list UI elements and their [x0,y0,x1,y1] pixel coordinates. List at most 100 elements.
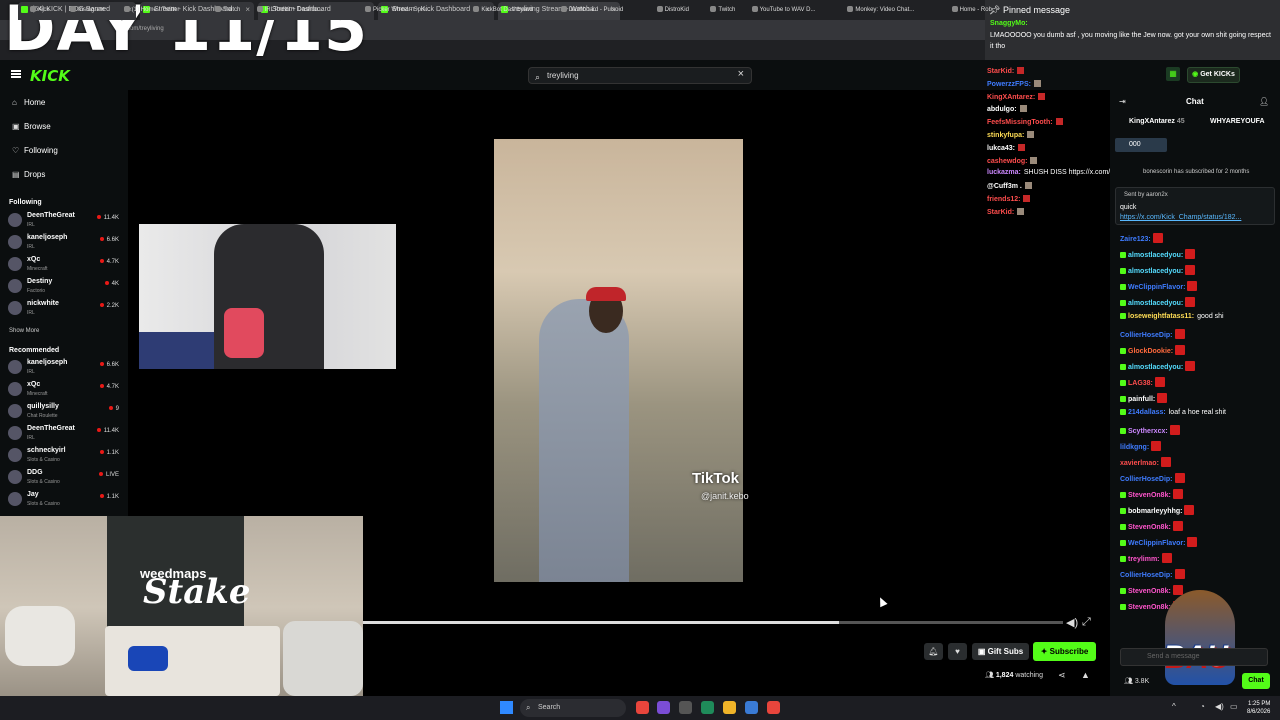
chat-username: StarKid: [987,68,1015,75]
show-more-link[interactable]: Show More [9,328,39,334]
chat-username[interactable]: CollierHoseDip: [1120,332,1173,339]
app-icon[interactable] [679,701,692,714]
taskbar-search[interactable]: ⌕ Search [520,699,626,717]
follow-heart-icon[interactable]: ♥ [948,643,967,660]
channel-item[interactable]: DeenTheGreat IRL 11.4K [8,424,123,444]
chat-username[interactable]: Zaire123: [1120,236,1151,243]
chat-username[interactable]: GlockDookie: [1128,348,1173,355]
chrome-icon[interactable] [767,701,780,714]
bookmark-item[interactable]: (1) Home / Twitter [123,6,179,13]
chat-username[interactable]: almostlacedyou: [1128,300,1183,307]
fullscreen-icon[interactable]: ⤢ [1082,616,1091,629]
share-icon[interactable]: ⋖ [1058,670,1066,681]
report-flag-icon[interactable]: ▲ [1081,670,1090,680]
chat-username[interactable]: StevenOn8k: [1128,604,1171,611]
tray-chevron-icon[interactable]: ^ [1172,702,1176,711]
bookmark-item[interactable]: KickBot Dashboard [473,6,533,13]
volume-icon[interactable]: ◀) [1215,702,1224,711]
channel-item[interactable]: kaneljoseph IRL 6.6K [8,358,123,378]
chat-username[interactable]: loseweightfatass11: [1128,313,1194,320]
app-icon[interactable] [745,701,758,714]
nav-item-home[interactable]: ⌂ Home [12,98,45,107]
volume-icon[interactable]: ◀) [1066,616,1078,629]
channel-item[interactable]: xQc Minecraft 4.7K [8,255,123,275]
search-value[interactable]: treyliving [547,71,579,80]
chat-username[interactable]: xavierlmao: [1120,460,1159,467]
viewer-number: 6.6K [106,362,119,368]
bookmark-item[interactable]: Monkey: Video Chat... [847,6,914,13]
bookmark-item[interactable]: Picker Wheel - Spin... [365,6,431,13]
subscribe-button[interactable]: ✦ Subscribe [1033,642,1096,661]
windows-start-icon[interactable] [500,701,513,714]
chat-username[interactable]: WeClippinFlavor: [1128,284,1185,291]
app-icon[interactable] [701,701,714,714]
folder-icon[interactable] [723,701,736,714]
chat-username[interactable]: WeClippinFlavor: [1128,540,1185,547]
chat-send-button[interactable]: Chat [1242,673,1270,689]
kick-logo[interactable]: KICK [30,67,70,85]
chat-username[interactable]: almostlacedyou: [1128,268,1183,275]
chat-username[interactable]: almostlacedyou: [1128,252,1183,259]
progress-fill[interactable] [363,621,839,624]
network-icon[interactable]: ◔ [1200,702,1205,711]
chat-username[interactable]: bobmarleyyhhg: [1128,508,1182,515]
chat-text: loaf a hoe real shit [1168,409,1226,416]
bookmark-item[interactable]: DistroKid [656,6,689,13]
grid-icon[interactable]: ▦ [1166,67,1180,81]
sent-link[interactable]: https://x.com/Kick_Champ/status/182... [1120,214,1241,221]
nav-item-drops[interactable]: ▤ Drops [12,170,45,179]
chat-username[interactable]: treylimm: [1128,556,1160,563]
chat-username[interactable]: StevenOn8k: [1128,492,1171,499]
chat-input-placeholder[interactable]: Send a message [1147,653,1200,660]
clear-search-icon[interactable]: × [738,67,744,82]
taskbar-search-placeholder[interactable]: Search [538,704,560,711]
channel-item[interactable]: Jay Slots & Casino 1.1K [8,490,123,510]
chat-username[interactable]: StevenOn8k: [1128,524,1171,531]
bookmark-item[interactable]: Home - Rob [951,6,992,13]
bookmark-item[interactable]: Kick [30,6,49,13]
close-tab-icon[interactable]: × [245,2,250,18]
bookmark-item[interactable]: Twitch [215,6,240,13]
app-icon[interactable] [657,701,670,714]
channel-name: kaneljoseph [27,234,68,241]
bookmark-label: Instagram [78,7,105,13]
battery-icon[interactable]: ▭ [1230,702,1238,711]
chat-username[interactable]: 214dallass: [1128,409,1166,416]
channel-item[interactable]: DeenTheGreat IRL 11.4K [8,211,123,231]
chat-username[interactable]: CollierHoseDip: [1120,476,1173,483]
channel-item[interactable]: schneckyirl Slots & Casino 1.1K [8,446,123,466]
chat-username: @Cuff3m . [987,183,1022,191]
chat-username[interactable]: CollierHoseDip: [1120,572,1173,579]
nav-item-browse[interactable]: ▣ Browse [12,122,51,131]
chrome-icon[interactable] [636,701,649,714]
bookmark-item[interactable]: YouTube to WAV D... [751,6,816,13]
taskbar-clock[interactable]: 1:25 PM 8/6/2026 [1247,700,1270,716]
channel-item[interactable]: kaneljoseph IRL 6.6K [8,233,123,253]
chat-username[interactable]: almostlacedyou: [1128,364,1183,371]
notification-bell-icon[interactable]: 🔔︎ [924,643,943,660]
channel-item[interactable]: nickwhite IRL 2.2K [8,299,123,319]
collapse-chat-icon[interactable]: ⇥ [1119,97,1126,106]
bookmark-item[interactable]: Instagram [70,6,105,13]
bookmark-item[interactable]: Twitch [710,6,735,13]
chat-input[interactable]: Send a message [1120,648,1268,666]
chat-username[interactable]: Scytherxcx: [1128,428,1168,435]
chat-username[interactable]: StevenOn8k: [1128,588,1171,595]
gift-subs-button[interactable]: ▣ Gift Subs [972,643,1029,660]
chat-username[interactable]: lildkgng: [1120,444,1149,451]
get-kicks-button[interactable]: ◉ Get KICKs [1187,67,1240,83]
search-input[interactable]: ⌕ treyliving × [528,67,752,84]
chat-users-icon[interactable]: 👤︎ [1259,97,1269,106]
chat-username[interactable]: painfull: [1128,396,1155,403]
hamburger-menu-icon[interactable] [11,70,21,78]
channel-item[interactable]: xQc Minecraft 4.7K [8,380,123,400]
chat-message: CollierHoseDip: [1120,329,1185,339]
channel-item[interactable]: quillysilly Chat Roulette 9 [8,402,123,422]
chat-username[interactable]: LAG38: [1128,380,1153,387]
channel-item[interactable]: DDG Slots & Casino LIVE [8,468,123,488]
bookmark-item[interactable]: Dashboard - Pulsoid [560,6,623,13]
bookmark-item[interactable]: IRLToolkit + Dashbo... [256,6,323,13]
channel-item[interactable]: Destiny Factorio 4K [8,277,123,297]
chat-message: lildkgng: [1120,441,1162,451]
nav-item-following[interactable]: ♡ Following [12,146,58,155]
